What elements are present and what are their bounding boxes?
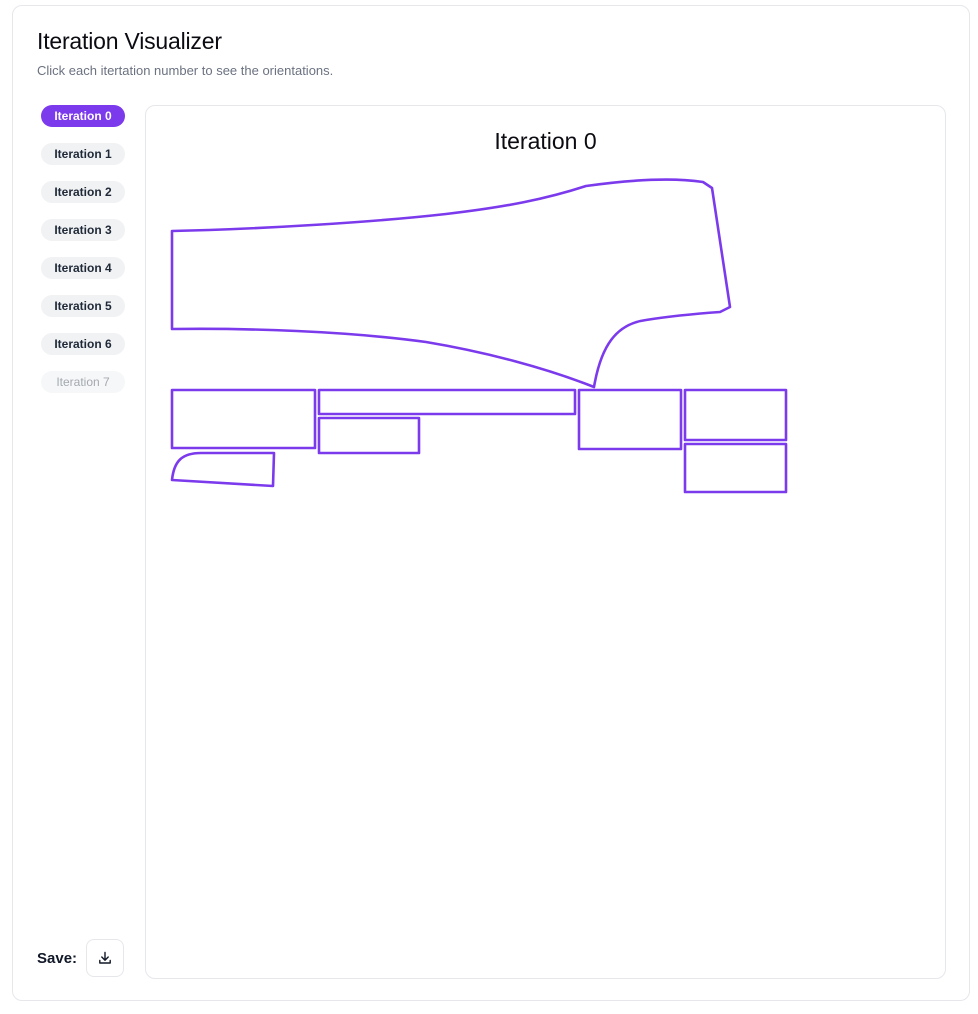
iteration-button-6[interactable]: Iteration 6 xyxy=(41,333,125,355)
rounded-corner-piece xyxy=(170,451,276,488)
rect-piece-4 xyxy=(577,388,683,451)
iteration-visualizer-card: Iteration Visualizer Click each itertati… xyxy=(12,5,970,1001)
download-icon xyxy=(97,950,113,966)
iteration-button-7[interactable]: Iteration 7 xyxy=(41,371,125,393)
iteration-button-2[interactable]: Iteration 2 xyxy=(41,181,125,203)
iteration-button-5[interactable]: Iteration 5 xyxy=(41,295,125,317)
iteration-button-4[interactable]: Iteration 4 xyxy=(41,257,125,279)
page-title: Iteration Visualizer xyxy=(37,28,222,54)
visualization-panel: Iteration 0 xyxy=(145,105,946,979)
download-button[interactable] xyxy=(86,939,125,977)
iteration-list: Iteration 0 Iteration 1 Iteration 2 Iter… xyxy=(41,105,125,409)
rect-piece-6 xyxy=(683,442,788,494)
rect-piece-5 xyxy=(683,388,788,442)
iteration-button-0[interactable]: Iteration 0 xyxy=(41,105,125,127)
save-label: Save: xyxy=(37,949,78,967)
iteration-button-3[interactable]: Iteration 3 xyxy=(41,219,125,241)
save-row: Save: xyxy=(37,938,125,978)
page-subtitle: Click each itertation number to see the … xyxy=(37,63,334,78)
rect-piece-2 xyxy=(317,388,577,416)
iteration-button-1[interactable]: Iteration 1 xyxy=(41,143,125,165)
rect-piece-3 xyxy=(317,416,421,455)
layout-canvas xyxy=(170,178,788,494)
rect-piece-1 xyxy=(170,388,317,450)
large-curved-piece xyxy=(170,178,732,389)
